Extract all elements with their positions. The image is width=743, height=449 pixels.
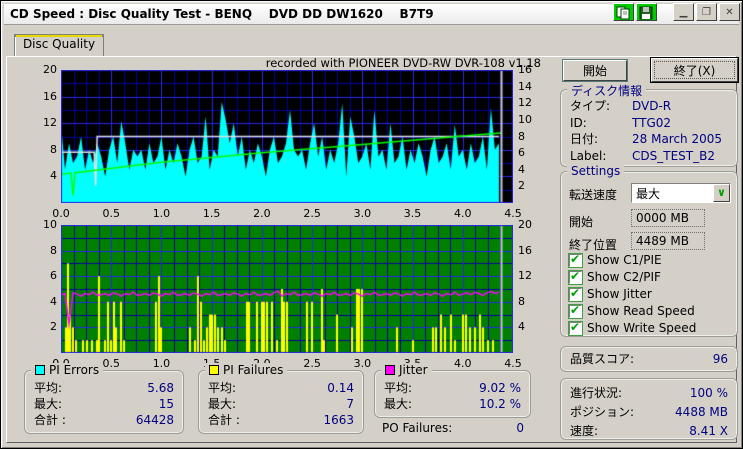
progress-label: 進行状況:: [570, 386, 623, 400]
pi-failures-groupbox: PI Failures 平均: 0.14 最大: 7 合計 : 1663: [198, 363, 364, 434]
floppy-disk-icon: [639, 6, 653, 19]
transfer-speed-label: 転送速度: [569, 188, 618, 202]
avg-label: 平均:: [208, 381, 237, 395]
pi-failures-jitter-chart: [61, 225, 513, 353]
disc-id-label: ID:: [570, 115, 587, 130]
max-label: 最大:: [208, 397, 237, 411]
show-c2-pif-checkbox[interactable]: ✔ Show C2/PIF: [569, 268, 661, 284]
quality-score-label: 品質スコア:: [570, 352, 635, 366]
window-title: CD Speed : Disc Quality Test - BENQ DVD …: [10, 7, 434, 21]
active-tab-stripe: [15, 34, 103, 37]
po-failures-value: 0: [516, 421, 524, 435]
end-position-field[interactable]: 4489 MB: [631, 232, 705, 250]
minimize-button[interactable]: ▁: [673, 3, 694, 21]
total-label: 合計 :: [34, 413, 66, 427]
progress-value: 100 %: [689, 386, 728, 400]
chart-recorded-with-label: recorded with PIONEER DVD-RW DVR-108 v1.…: [265, 56, 541, 70]
max-label: 最大:: [34, 397, 63, 411]
checkbox-checked-icon: ✔: [569, 302, 582, 318]
stop-button[interactable]: 終了(X): [651, 58, 738, 82]
close-button[interactable]: ✕: [719, 3, 740, 21]
disc-date-label: 日付:: [570, 132, 599, 146]
show-jitter-checkbox[interactable]: ✔ Show Jitter: [569, 285, 652, 301]
checkbox-checked-icon: ✔: [569, 285, 582, 301]
show-write-speed-checkbox[interactable]: ✔ Show Write Speed: [569, 319, 697, 335]
tab-disc-quality[interactable]: Disc Quality: [14, 34, 104, 56]
pi-failures-swatch: [209, 365, 219, 375]
pi-failures-max: 7: [346, 397, 354, 411]
checkbox-checked-icon: ✔: [569, 319, 582, 335]
show-read-speed-checkbox[interactable]: ✔ Show Read Speed: [569, 302, 695, 318]
avg-label: 平均:: [34, 381, 63, 395]
progress-groupbox: 進行状況: 100 % ポジション: 4488 MB 速度: 8.41 X: [560, 378, 738, 440]
settings-title: Settings: [567, 164, 625, 178]
checkbox-checked-icon: ✔: [569, 268, 582, 284]
jitter-swatch: [385, 365, 395, 375]
app-window: CD Speed : Disc Quality Test - BENQ DVD …: [0, 0, 743, 449]
show-c1-pie-checkbox[interactable]: ✔ Show C1/PIE: [569, 251, 662, 267]
speed-value: 8.41 X: [689, 424, 728, 438]
checkbox-checked-icon: ✔: [569, 251, 582, 267]
disc-date-value: 28 March 2005: [632, 132, 723, 146]
pi-errors-groupbox: PI Errors 平均: 5.68 最大: 15 合計 : 64428: [24, 363, 184, 434]
speed-label: 速度:: [570, 424, 599, 438]
jitter-max: 10.2 %: [479, 397, 521, 411]
maximize-button[interactable]: ❐: [696, 3, 717, 21]
pi-errors-total: 64428: [135, 413, 174, 427]
quality-score-value: 96: [712, 352, 728, 366]
position-value: 4488 MB: [675, 405, 728, 419]
focus-rect: [654, 61, 735, 79]
disc-info-groupbox: ディスク情報 タイプ: DVD-R ID: TTG02 日付: 28 March 20…: [560, 82, 738, 167]
pi-errors-max: 15: [158, 397, 174, 411]
pi-errors-speed-chart: [61, 70, 513, 203]
save-icon[interactable]: [636, 3, 657, 21]
disc-type-label: タイプ:: [570, 99, 611, 113]
pi-errors-title: PI Errors: [49, 363, 100, 377]
jitter-groupbox: Jitter 平均: 9.02 % 最大: 10.2 %: [374, 363, 531, 418]
po-failures-label: PO Failures:: [382, 421, 453, 435]
quality-score-groupbox: 品質スコア: 96: [560, 346, 738, 372]
end-position-label: 終了位置: [569, 238, 618, 252]
transfer-speed-value: 最大: [636, 186, 661, 201]
pi-failures-total: 1663: [323, 413, 354, 427]
checkbox-label: Show C2/PIF: [587, 270, 661, 284]
chevron-down-icon[interactable]: ∨: [713, 184, 730, 202]
checkbox-label: Show Jitter: [587, 287, 652, 301]
checkbox-label: Show Write Speed: [587, 321, 697, 335]
checkbox-label: Show C1/PIE: [587, 253, 662, 267]
disc-label-value: CDS_TEST_B2: [632, 148, 715, 163]
pi-errors-swatch: [35, 365, 45, 375]
disc-info-title: ディスク情報: [567, 82, 647, 99]
pi-errors-avg: 5.68: [147, 381, 174, 395]
checkbox-label: Show Read Speed: [587, 304, 695, 318]
start-position-label: 開始: [569, 215, 594, 229]
pi-failures-avg: 0.14: [327, 381, 354, 395]
pi-failures-title: PI Failures: [223, 363, 284, 377]
position-label: ポジション:: [570, 405, 635, 419]
copy-pages-icon: [616, 6, 630, 19]
disc-type-value: DVD-R: [632, 99, 672, 113]
jitter-title: Jitter: [399, 363, 428, 377]
tab-label: Disc Quality: [22, 37, 96, 51]
start-button[interactable]: 開始: [563, 60, 627, 81]
start-position-field[interactable]: 0000 MB: [631, 209, 705, 227]
total-label: 合計 :: [208, 413, 240, 427]
jitter-avg: 9.02 %: [479, 381, 521, 395]
disc-id-value: TTG02: [632, 115, 672, 130]
po-failures-row: PO Failures: 0: [382, 421, 524, 435]
copy-icon[interactable]: [613, 3, 634, 21]
max-label: 最大:: [384, 397, 413, 411]
disc-label-label: Label:: [570, 148, 607, 163]
transfer-speed-select[interactable]: 最大 ∨: [631, 183, 731, 203]
avg-label: 平均:: [384, 381, 413, 395]
